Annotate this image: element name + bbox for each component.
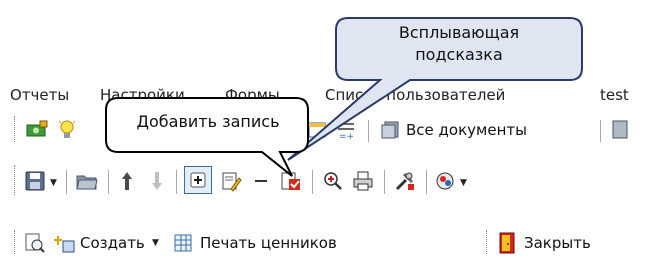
tooltip-text: Добавить запись bbox=[136, 112, 280, 131]
